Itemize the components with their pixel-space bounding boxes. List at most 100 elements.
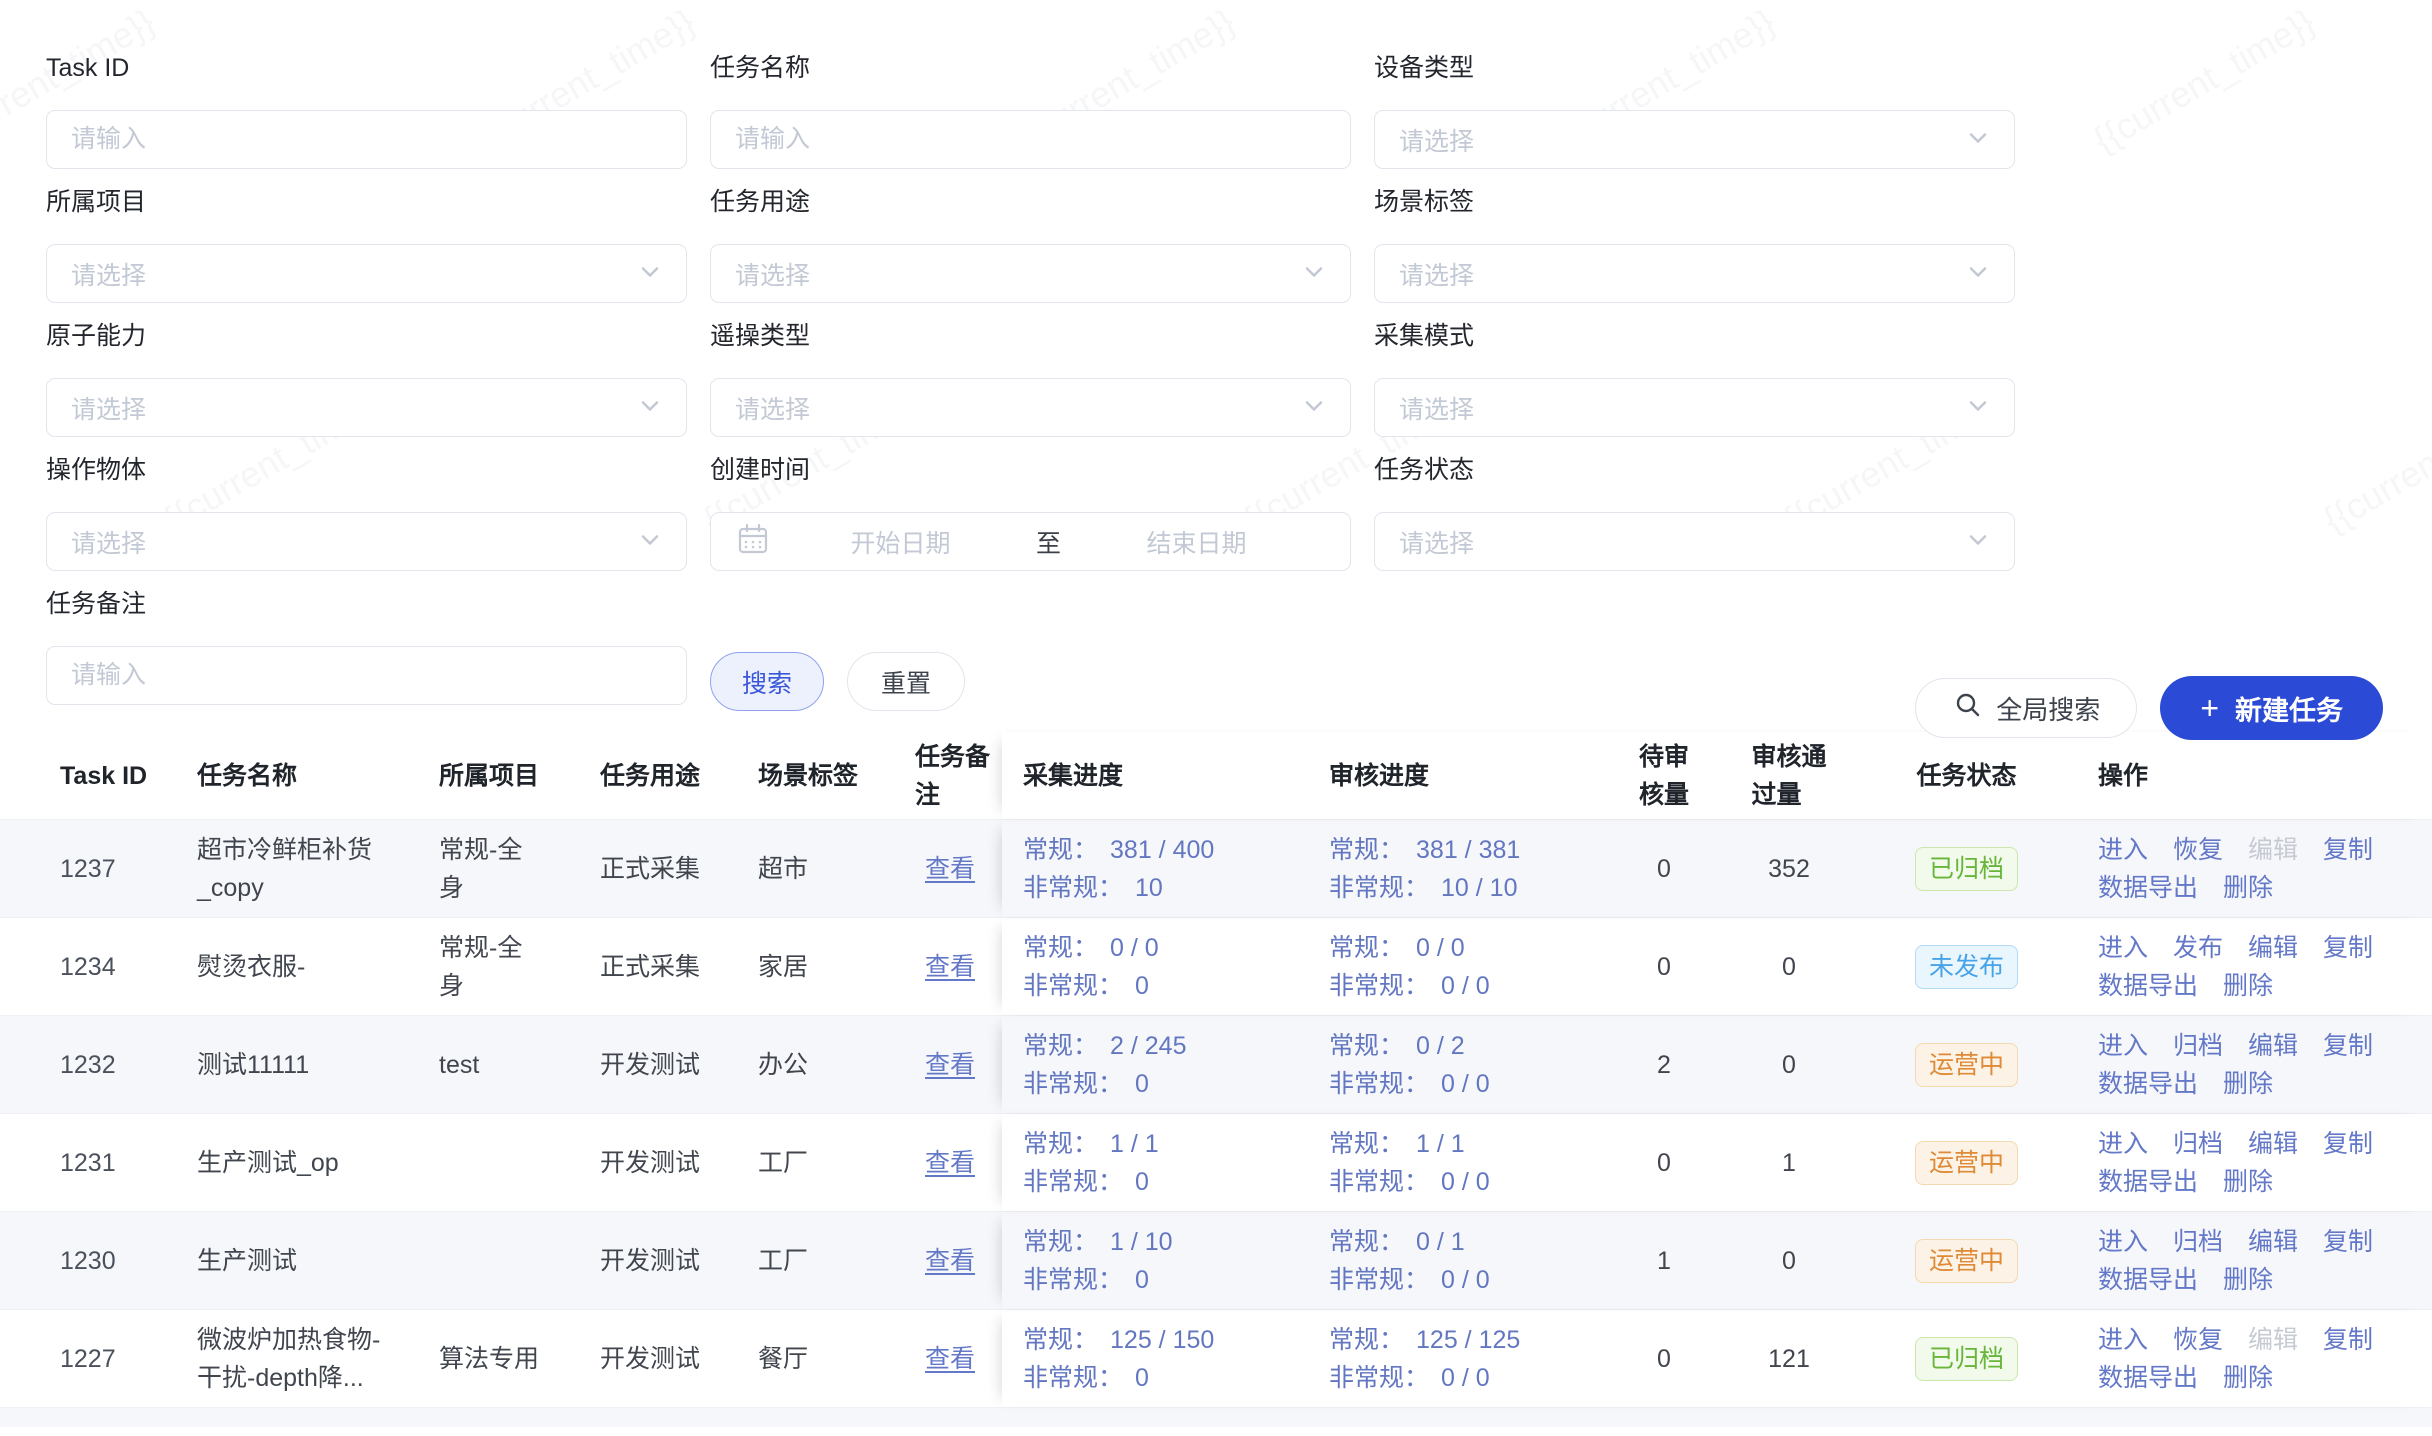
new-task-button[interactable]: + 新建任务 (2160, 676, 2383, 740)
cell-purpose: 正式采集 (600, 820, 758, 917)
view-remark-link[interactable]: 查看 (925, 1046, 975, 1084)
cell-remark: 查看 (915, 1310, 1002, 1407)
filter-label: 任务状态 (1374, 455, 2015, 485)
action-delete-link[interactable]: 删除 (2223, 1163, 2273, 1201)
action-edit-link[interactable]: 编辑 (2248, 1125, 2298, 1163)
start-date-placeholder[interactable]: 开始日期 (771, 524, 1030, 560)
collect-mode-select[interactable]: 请选择 (1374, 378, 2015, 437)
cell-scene-tag: 餐厅 (758, 1310, 915, 1407)
scene-tag-select[interactable]: 请选择 (1374, 244, 2015, 303)
cell-pending-count: 0 (1609, 1310, 1719, 1407)
global-search-button[interactable]: 全局搜索 (1915, 678, 2137, 738)
action-copy-link[interactable]: 复制 (2323, 929, 2373, 967)
view-remark-link[interactable]: 查看 (925, 948, 975, 986)
cell-pending-count: 1 (1609, 1212, 1719, 1309)
cell-task-id: 1231 (60, 1114, 197, 1211)
action-enter-link[interactable]: 进入 (2098, 1027, 2148, 1065)
filter-field-device-type: 设备类型 请选择 (1374, 53, 2015, 169)
action-restore-link[interactable]: 恢复 (2173, 831, 2223, 869)
device-type-select[interactable]: 请选择 (1374, 110, 2015, 169)
action-delete-link[interactable]: 删除 (2223, 1359, 2273, 1397)
filter-input[interactable] (46, 646, 687, 705)
task-purpose-select[interactable]: 请选择 (710, 244, 1351, 303)
filter-field-create-time: 创建时间 开始日期 至 结束日期 (710, 455, 1351, 571)
filter-daterange[interactable]: 开始日期 至 结束日期 (710, 512, 1351, 571)
action-enter-link[interactable]: 进入 (2098, 1321, 2148, 1359)
view-remark-link[interactable]: 查看 (925, 1242, 975, 1280)
filter-label: 所属项目 (46, 187, 687, 217)
cell-approved-count: 121 (1719, 1310, 1859, 1407)
action-export-link[interactable]: 数据导出 (2098, 1359, 2198, 1397)
cell-pending-count: 2 (1609, 1016, 1719, 1113)
action-archive-link[interactable]: 归档 (2173, 1223, 2223, 1261)
cell-scene-tag: 工厂 (758, 1212, 915, 1309)
action-archive-link[interactable]: 归档 (2173, 1027, 2223, 1065)
view-remark-link[interactable]: 查看 (925, 1144, 975, 1182)
action-delete-link[interactable]: 删除 (2223, 967, 2273, 1005)
action-delete-link[interactable]: 删除 (2223, 869, 2273, 907)
chevron-down-icon (1964, 257, 1992, 290)
action-enter-link[interactable]: 进入 (2098, 1223, 2148, 1261)
action-edit-link[interactable]: 编辑 (2248, 1223, 2298, 1261)
view-remark-link[interactable]: 查看 (925, 850, 975, 888)
action-copy-link[interactable]: 复制 (2323, 831, 2373, 869)
chevron-down-icon (1964, 123, 1992, 156)
action-copy-link[interactable]: 复制 (2323, 1223, 2373, 1261)
action-enter-link[interactable]: 进入 (2098, 929, 2148, 967)
table-row: 1230 生产测试 开发测试 工厂 查看 常规：1 / 10 非常规：0 常规：… (0, 1211, 2432, 1309)
action-export-link[interactable]: 数据导出 (2098, 967, 2198, 1005)
filter-input[interactable] (710, 110, 1351, 169)
teleop-type-select[interactable]: 请选择 (710, 378, 1351, 437)
task-name-input[interactable] (711, 111, 1350, 168)
filter-input[interactable] (46, 110, 687, 169)
action-edit-link[interactable]: 编辑 (2248, 929, 2298, 967)
cell-task-name: 生产测试_op (197, 1114, 439, 1211)
cell-remark: 查看 (915, 1114, 1002, 1211)
new-task-label: 新建任务 (2235, 689, 2343, 728)
table-header-row: Task ID 任务名称 所属项目 任务用途 场景标签 任务备注 采集进度 审核… (0, 732, 2432, 819)
action-edit-link: 编辑 (2248, 1321, 2298, 1359)
action-publish-link[interactable]: 发布 (2173, 929, 2223, 967)
search-button[interactable]: 搜索 (710, 652, 824, 711)
action-export-link[interactable]: 数据导出 (2098, 869, 2198, 907)
cell-project (439, 1114, 600, 1211)
action-copy-link[interactable]: 复制 (2323, 1125, 2373, 1163)
action-export-link[interactable]: 数据导出 (2098, 1065, 2198, 1103)
cell-approved-count: 0 (1719, 918, 1859, 1015)
reset-button[interactable]: 重置 (847, 652, 965, 711)
task-remark-input[interactable] (47, 647, 686, 704)
action-copy-link[interactable]: 复制 (2323, 1321, 2373, 1359)
col-purpose: 任务用途 (600, 732, 758, 819)
cell-approved-count: 0 (1719, 1212, 1859, 1309)
table-body: 1237 超市冷鲜柜补货 _copy 常规-全 身 正式采集 超市 查看 常规：… (0, 819, 2432, 1407)
cell-task-name: 生产测试 (197, 1212, 439, 1309)
cell-collect-progress: 常规：1 / 1 非常规：0 (1002, 1114, 1308, 1211)
action-export-link[interactable]: 数据导出 (2098, 1261, 2198, 1299)
action-restore-link[interactable]: 恢复 (2173, 1321, 2223, 1359)
chevron-down-icon (636, 525, 664, 558)
cell-approved-count: 1 (1719, 1114, 1859, 1211)
cell-review-progress: 常规：0 / 2 非常规：0 / 0 (1308, 1016, 1609, 1113)
action-archive-link[interactable]: 归档 (2173, 1125, 2223, 1163)
action-edit-link[interactable]: 编辑 (2248, 1027, 2298, 1065)
operate-object-select[interactable]: 请选择 (46, 512, 687, 571)
project-select[interactable]: 请选择 (46, 244, 687, 303)
task-id-input[interactable] (47, 111, 686, 168)
filter-field-task-status: 任务状态 请选择 (1374, 455, 2015, 571)
view-remark-link[interactable]: 查看 (925, 1340, 975, 1378)
action-enter-link[interactable]: 进入 (2098, 1125, 2148, 1163)
cell-actions: 进入发布编辑复制数据导出删除 (2074, 918, 2432, 1015)
action-delete-link[interactable]: 删除 (2223, 1065, 2273, 1103)
cell-task-status: 已归档 (1859, 820, 2074, 917)
action-enter-link[interactable]: 进入 (2098, 831, 2148, 869)
action-export-link[interactable]: 数据导出 (2098, 1163, 2198, 1201)
cell-task-id: 1230 (60, 1212, 197, 1309)
action-delete-link[interactable]: 删除 (2223, 1261, 2273, 1299)
action-copy-link[interactable]: 复制 (2323, 1027, 2373, 1065)
col-collect-progress: 采集进度 (1002, 732, 1308, 819)
atomic-capability-select[interactable]: 请选择 (46, 378, 687, 437)
end-date-placeholder[interactable]: 结束日期 (1067, 524, 1326, 560)
task-status-select[interactable]: 请选择 (1374, 512, 2015, 571)
status-badge: 已归档 (1915, 1337, 2018, 1381)
filter-label: Task ID (46, 53, 687, 83)
